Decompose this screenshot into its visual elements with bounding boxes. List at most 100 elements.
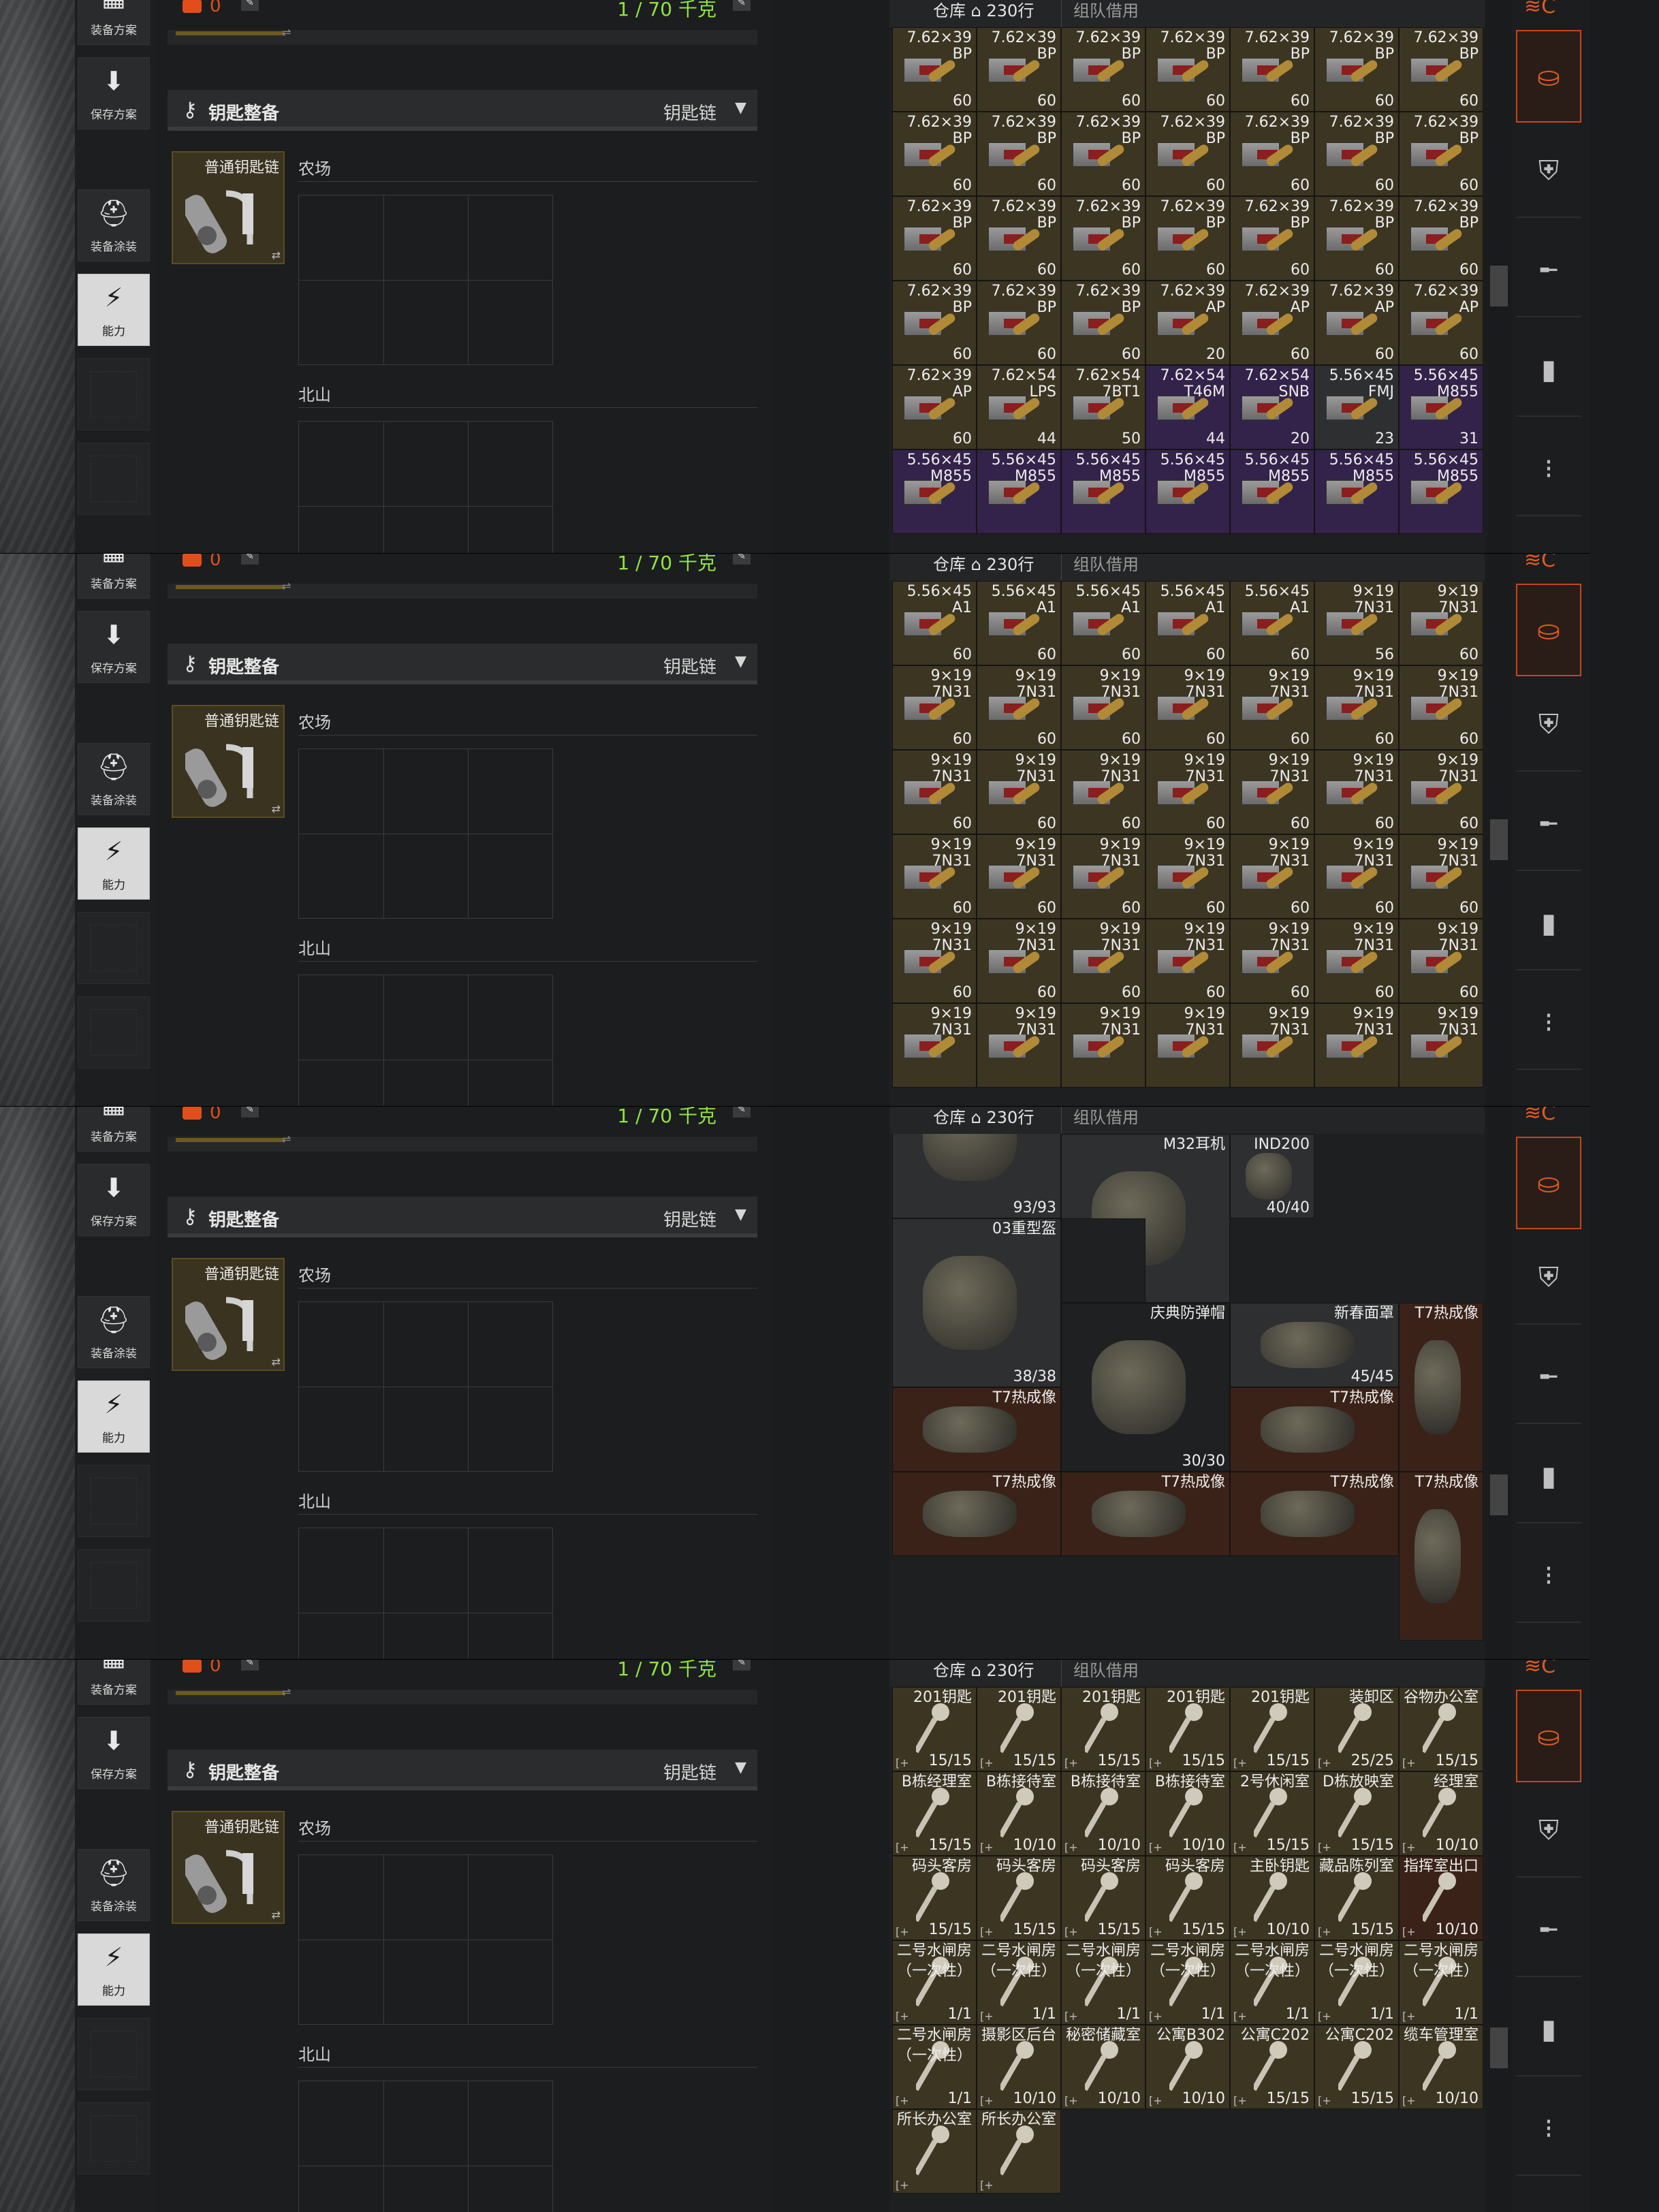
category-ammo[interactable]: ⁝ xyxy=(1516,1530,1581,1623)
ammo-item[interactable]: 7.62×39 BP 60 xyxy=(1314,112,1399,196)
tab-warehouse[interactable]: 仓库 ⌂ 230行 xyxy=(933,1107,1034,1128)
key-item[interactable]: 201钥匙 15/15 [+ xyxy=(1146,1687,1230,1771)
category-ammo[interactable]: ⁝ xyxy=(1516,424,1581,516)
ammo-item[interactable]: 7.62×39 BP 60 xyxy=(892,27,977,112)
key-item[interactable]: 二号水闸房 （一次性） 1/1 [+ xyxy=(892,2025,977,2109)
tab-warehouse[interactable]: 仓库 ⌂ 230行 xyxy=(933,1660,1034,1681)
scroll-thumb[interactable] xyxy=(1490,266,1508,306)
category-rifle[interactable]: ╾ xyxy=(1516,225,1581,317)
ammo-item[interactable]: 9×19 7N31 60 xyxy=(1146,834,1230,919)
equipment-item[interactable]: T7热成像 xyxy=(892,1472,1061,1556)
category-magazine[interactable]: ▮ xyxy=(1516,878,1581,970)
key-item[interactable]: B栋接待室 10/10 [+ xyxy=(977,1771,1061,1856)
equipment-item[interactable]: T7热成像 xyxy=(1230,1472,1399,1556)
key-item[interactable]: 201钥匙 15/15 [+ xyxy=(1061,1687,1146,1771)
chevron-down-icon[interactable]: ▼ xyxy=(735,99,746,116)
key-item[interactable]: 码头客房 15/15 [+ xyxy=(892,1856,977,1940)
ammo-item[interactable]: 5.56×45 A1 60 xyxy=(1230,581,1314,665)
filter-icon[interactable]: ≋C xyxy=(1524,0,1555,18)
edit-icon[interactable]: ✎ xyxy=(241,1107,259,1118)
save-plan-button[interactable]: ⬇ 保存方案 xyxy=(78,1717,150,1789)
ammo-item[interactable]: 9×19 7N31 60 xyxy=(1061,665,1146,750)
ammo-item[interactable]: 5.56×45 A1 60 xyxy=(977,581,1061,665)
save-plan-button[interactable]: ⬇ 保存方案 xyxy=(78,57,150,129)
scroll-thumb[interactable] xyxy=(1490,2027,1508,2068)
ammo-item[interactable]: 7.62×39 BP 60 xyxy=(1399,112,1483,196)
chevron-down-icon[interactable]: ▼ xyxy=(735,653,746,670)
keyring-slot[interactable]: 普通钥匙链 ⇄ xyxy=(172,1811,285,1924)
keychain-dropdown[interactable]: 钥匙链 xyxy=(663,1759,716,1784)
ammo-item[interactable]: 9×19 7N31 60 xyxy=(892,834,977,919)
ammo-item[interactable]: 7.62×39 BP 60 xyxy=(1399,196,1483,281)
edit-icon[interactable]: ✎ xyxy=(241,1660,259,1671)
ammo-item[interactable]: 9×19 7N31 60 xyxy=(1230,750,1314,834)
key-item[interactable]: B栋接待室 10/10 [+ xyxy=(1146,1771,1230,1856)
ammo-item[interactable]: 9×19 7N31 xyxy=(892,1003,977,1088)
ammo-item[interactable]: 9×19 7N31 60 xyxy=(977,919,1061,1003)
ammo-item[interactable]: 7.62×39 AP 20 xyxy=(1146,281,1230,365)
key-item[interactable]: 二号水闸房 （一次性） 1/1 [+ xyxy=(1314,1940,1399,2025)
ammo-item[interactable]: 9×19 7N31 60 xyxy=(1399,581,1483,665)
category-magazine[interactable]: ▮ xyxy=(1516,324,1581,417)
category-key-gear[interactable]: ⛀ xyxy=(1516,30,1581,123)
key-item[interactable]: 秘密储藏室 10/10 [+ xyxy=(1061,2025,1146,2109)
ammo-item[interactable]: 7.62×39 BP 60 xyxy=(1230,196,1314,281)
category-key-gear[interactable]: ⛀ xyxy=(1516,1137,1581,1229)
ammo-item[interactable]: 9×19 7N31 xyxy=(1061,1003,1146,1088)
ammo-item[interactable]: 9×19 7N31 xyxy=(1399,1003,1483,1088)
equipment-item[interactable]: T7热成像 xyxy=(1399,1303,1483,1472)
ammo-item[interactable]: 9×19 7N31 xyxy=(1146,1003,1230,1088)
key-item[interactable]: 摄影区后台 10/10 [+ xyxy=(977,2025,1061,2109)
farm-key-slots[interactable] xyxy=(298,1301,553,1472)
ammo-item[interactable]: 5.56×45 A1 60 xyxy=(1061,581,1146,665)
ammo-item[interactable]: 9×19 7N31 60 xyxy=(1399,834,1483,919)
equipment-paint-button[interactable]: ⛑ 装备涂装 xyxy=(78,1296,150,1368)
ability-button[interactable]: ⚡ 能力 xyxy=(78,827,150,900)
equipment-item[interactable]: 03重型盔 38/38 xyxy=(892,1218,1061,1387)
stash-scrollbar[interactable] xyxy=(1489,0,1512,553)
key-item[interactable]: 二号水闸房 （一次性） 1/1 [+ xyxy=(977,1940,1061,2025)
equipment-item[interactable]: 庆典防弹帽 30/30 xyxy=(1061,1303,1230,1472)
filter-icon[interactable]: ≋C xyxy=(1524,554,1555,572)
ammo-item[interactable]: 9×19 7N31 60 xyxy=(1314,834,1399,919)
category-rifle[interactable]: ╾ xyxy=(1516,778,1581,871)
tab-team-borrow[interactable]: 组队借用 xyxy=(1073,554,1139,575)
ammo-item[interactable]: 9×19 7N31 60 xyxy=(1314,665,1399,750)
equipment-item[interactable]: T7热成像 xyxy=(1399,1472,1483,1641)
ammo-item[interactable]: 7.62×39 AP 60 xyxy=(1314,281,1399,365)
edit-icon[interactable]: ✎ xyxy=(733,0,750,11)
ammo-item[interactable]: 7.62×39 BP 60 xyxy=(1061,196,1146,281)
stash-scrollbar[interactable] xyxy=(1489,1660,1512,2212)
farm-key-slots[interactable] xyxy=(298,748,553,919)
edit-icon[interactable]: ✎ xyxy=(241,554,259,565)
ammo-item[interactable]: 7.62×39 BP 60 xyxy=(1061,27,1146,112)
ammo-item[interactable]: 7.62×39 BP 60 xyxy=(1146,27,1230,112)
ammo-item[interactable]: 9×19 7N31 60 xyxy=(1061,919,1146,1003)
chevron-down-icon[interactable]: ▼ xyxy=(735,1206,746,1223)
ammo-item[interactable]: 7.62×39 BP 60 xyxy=(1230,27,1314,112)
key-item[interactable]: 谷物办公室 15/15 [+ xyxy=(1399,1687,1483,1771)
key-item[interactable]: 所长办公室 [+ xyxy=(977,2109,1061,2194)
ammo-item[interactable]: 9×19 7N31 60 xyxy=(1230,665,1314,750)
ammo-item[interactable]: 9×19 7N31 60 xyxy=(1399,665,1483,750)
key-item[interactable]: 二号水闸房 （一次性） 1/1 [+ xyxy=(1146,1940,1230,2025)
keychain-dropdown[interactable]: 钥匙链 xyxy=(663,1206,716,1231)
ability-button[interactable]: ⚡ 能力 xyxy=(78,274,150,346)
ammo-item[interactable]: 7.62×54 7BT1 50 xyxy=(1061,365,1146,449)
equipment-item[interactable]: T7热成像 xyxy=(1230,1387,1399,1472)
chevron-down-icon[interactable]: ▼ xyxy=(735,1759,746,1776)
filter-icon[interactable]: ≋C xyxy=(1524,1107,1555,1125)
ammo-item[interactable]: 9×19 7N31 60 xyxy=(1399,919,1483,1003)
key-item[interactable]: 201钥匙 15/15 [+ xyxy=(977,1687,1061,1771)
ammo-item[interactable]: 9×19 7N31 xyxy=(977,1003,1061,1088)
ammo-item[interactable]: 9×19 7N31 60 xyxy=(1230,919,1314,1003)
ammo-item[interactable]: 5.56×45 FMJ 23 xyxy=(1314,365,1399,449)
ammo-item[interactable]: 7.62×39 BP 60 xyxy=(892,196,977,281)
key-item[interactable]: 2号休闲室 15/15 [+ xyxy=(1230,1771,1314,1856)
north-mountain-key-slots[interactable] xyxy=(298,2081,553,2212)
equipment-item[interactable]: IND200 40/40 xyxy=(1230,1134,1314,1218)
ammo-item[interactable]: 5.56×45 A1 60 xyxy=(892,581,977,665)
ammo-item[interactable]: 9×19 7N31 60 xyxy=(1399,750,1483,834)
ammo-item[interactable]: 9×19 7N31 60 xyxy=(1314,750,1399,834)
ammo-item[interactable]: 9×19 7N31 60 xyxy=(1146,665,1230,750)
